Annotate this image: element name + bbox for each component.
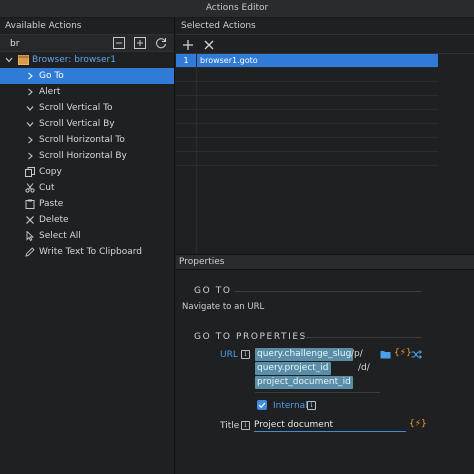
refresh-icon	[156, 38, 167, 49]
action-description: Navigate to an URL	[182, 302, 265, 312]
action-row-number: 1	[183, 56, 189, 65]
copy-icon	[25, 167, 35, 177]
table-column-divider	[196, 54, 197, 254]
selected-actions-toolbar	[176, 34, 474, 54]
internal-checkbox[interactable]	[257, 400, 267, 410]
chevron-down-icon	[5, 57, 13, 63]
tree-item-scroll-vertical-by[interactable]: Scroll Vertical By	[0, 116, 174, 132]
tree-item-label: Scroll Vertical By	[39, 119, 115, 129]
url-chip-project-document-id[interactable]: project_document_id	[255, 376, 353, 389]
title-label: Title	[220, 421, 240, 431]
close-icon	[204, 40, 214, 50]
empty-row	[176, 124, 438, 138]
tree-item-go-to[interactable]: Go To	[0, 68, 174, 84]
chevron-right-icon	[28, 88, 33, 96]
empty-row	[176, 68, 438, 82]
url-expression-icon[interactable]: {⚡}	[394, 348, 412, 358]
tree-item-cut[interactable]: Cut	[0, 180, 174, 196]
tree-item-label: Cut	[39, 183, 55, 193]
close-icon	[26, 216, 34, 224]
chevron-right-icon	[28, 136, 33, 144]
section-title-go-to: GO TO	[194, 286, 232, 296]
window-title: Actions Editor	[205, 3, 269, 13]
search-row	[0, 34, 174, 52]
url-separator-p: /p/	[351, 349, 363, 359]
collapse-icon	[113, 37, 125, 49]
url-info-icon[interactable]: i	[241, 350, 250, 359]
available-actions-header: Available Actions	[5, 21, 82, 31]
tree-item-scroll-vertical-to[interactable]: Scroll Vertical To	[0, 100, 174, 116]
url-chip-challenge-slug[interactable]: query.challenge_slug	[255, 348, 354, 361]
tree-item-label: Delete	[39, 215, 69, 225]
title-expression-icon[interactable]: {⚡}	[409, 419, 427, 429]
tree-item-label: Paste	[39, 199, 64, 209]
tree-item-label: Alert	[39, 87, 61, 97]
selected-actions-panel: Selected Actions 1 browser1.goto Propert…	[176, 18, 474, 474]
properties-header: Properties	[176, 254, 474, 270]
expand-all-button[interactable]	[134, 37, 146, 49]
url-label: URL	[220, 350, 238, 360]
title-bar: Actions Editor	[0, 0, 474, 18]
action-row-name: browser1.goto	[200, 56, 258, 65]
tree-item-paste[interactable]: Paste	[0, 196, 174, 212]
internal-label: Internal	[273, 401, 308, 411]
tree-item-scroll-horizontal-by[interactable]: Scroll Horizontal By	[0, 148, 174, 164]
expand-icon	[134, 37, 146, 49]
shuffle-icon[interactable]	[411, 349, 422, 360]
title-input[interactable]: Project document	[254, 418, 406, 432]
search-input[interactable]	[4, 37, 104, 50]
section-title-go-to-properties: GO TO PROPERTIES	[194, 332, 307, 342]
chevron-right-icon	[28, 72, 33, 80]
browser-icon	[18, 55, 29, 65]
section-divider	[302, 337, 422, 338]
empty-row	[176, 138, 438, 152]
pencil-icon	[25, 247, 35, 257]
tree-item-label: Scroll Horizontal By	[39, 151, 127, 161]
tree-item-write-text-to-clipboard[interactable]: Write Text To Clipboard	[0, 244, 174, 260]
empty-row	[176, 152, 438, 166]
empty-row	[176, 82, 438, 96]
tree-item-label: Select All	[39, 231, 81, 241]
cursor-icon	[26, 231, 35, 241]
tree-root-browser[interactable]: Browser: browser1	[0, 52, 174, 68]
title-info-icon[interactable]: i	[241, 421, 250, 430]
tree-item-scroll-horizontal-to[interactable]: Scroll Horizontal To	[0, 132, 174, 148]
url-field-underline	[255, 392, 380, 393]
url-separator-d: /d/	[358, 363, 370, 373]
add-action-button[interactable]	[182, 39, 194, 51]
selected-actions-table: 1 browser1.goto	[176, 54, 474, 254]
chevron-down-icon	[26, 122, 34, 127]
remove-action-button[interactable]	[203, 39, 215, 51]
tree-item-select-all[interactable]: Select All	[0, 228, 174, 244]
tree-item-alert[interactable]: Alert	[0, 84, 174, 100]
url-chip-project-id[interactable]: query.project_id	[255, 362, 331, 375]
tree-item-label: Go To	[39, 71, 64, 81]
folder-icon[interactable]	[380, 349, 391, 360]
tree-root-label: Browser: browser1	[32, 55, 116, 65]
action-row[interactable]: 1 browser1.goto	[176, 54, 438, 68]
tree-item-label: Write Text To Clipboard	[39, 247, 143, 257]
empty-row	[176, 96, 438, 110]
plus-icon	[183, 40, 193, 50]
chevron-right-icon	[28, 152, 33, 160]
checkmark-icon	[258, 402, 266, 409]
tree-item-label: Scroll Horizontal To	[39, 135, 125, 145]
refresh-button[interactable]	[155, 37, 167, 49]
tree-item-label: Scroll Vertical To	[39, 103, 113, 113]
internal-info-icon[interactable]: i	[307, 401, 316, 410]
section-divider	[234, 291, 422, 292]
collapse-all-button[interactable]	[113, 37, 125, 49]
selected-actions-header: Selected Actions	[181, 21, 256, 31]
tree-item-delete[interactable]: Delete	[0, 212, 174, 228]
tree-item-copy[interactable]: Copy	[0, 164, 174, 180]
paste-icon	[25, 199, 35, 209]
empty-row	[176, 110, 438, 124]
actions-tree: Browser: browser1 Go To Alert Scroll Ver…	[0, 52, 174, 260]
chevron-down-icon	[26, 106, 34, 111]
scissors-icon	[25, 183, 35, 193]
tree-item-label: Copy	[39, 167, 62, 177]
available-actions-panel: Available Actions Browser: browser1 Go T…	[0, 18, 175, 474]
